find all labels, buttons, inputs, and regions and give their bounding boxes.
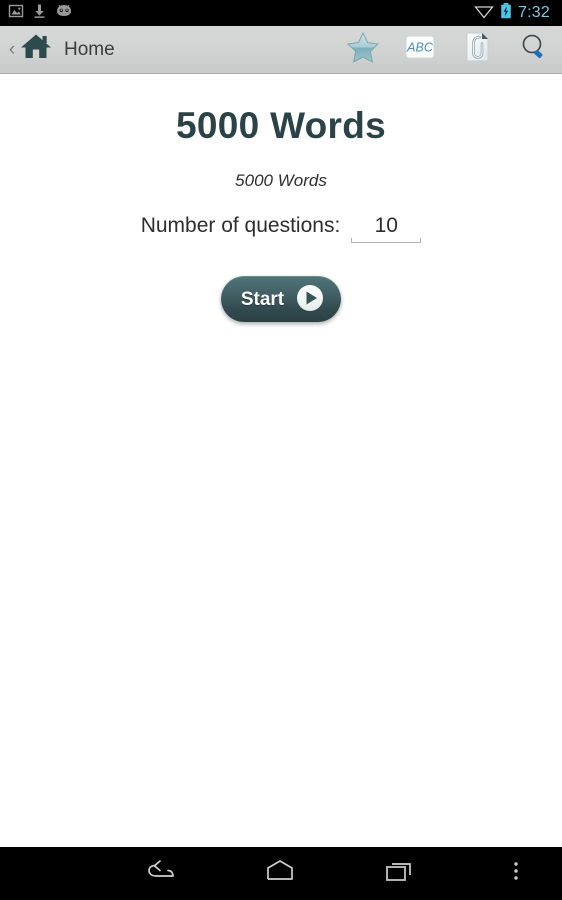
cyanogenmod-robot-icon xyxy=(55,4,73,23)
quiz-subtitle: 5000 Words xyxy=(235,171,327,190)
attachments-button[interactable] xyxy=(448,26,505,74)
question-count-row: Number of questions: xyxy=(0,191,562,243)
status-bar-system: 7:32 xyxy=(474,0,554,26)
gallery-image-icon xyxy=(8,3,24,24)
action-bar-up-affordance[interactable]: ‹ Home xyxy=(0,26,115,73)
battery-charging-icon xyxy=(500,2,512,25)
nav-recent-apps-button[interactable] xyxy=(340,847,460,900)
start-button-label: Start xyxy=(240,288,285,310)
download-icon xyxy=(33,3,46,24)
back-icon[interactable] xyxy=(143,858,177,889)
status-bar-notifications xyxy=(8,0,73,26)
favorites-star-icon[interactable] xyxy=(346,31,380,68)
back-chevron-icon[interactable]: ‹ xyxy=(5,40,19,59)
play-icon xyxy=(295,283,325,316)
overflow-menu-icon[interactable] xyxy=(512,858,520,889)
recent-apps-icon[interactable] xyxy=(383,858,417,889)
question-count-field[interactable] xyxy=(351,214,422,243)
abc-card-icon[interactable]: ABC xyxy=(404,33,436,66)
page-title: Home xyxy=(64,39,115,60)
navigation-bar xyxy=(0,847,562,900)
wifi-icon xyxy=(474,3,494,24)
search-icon[interactable] xyxy=(518,32,550,67)
status-bar-clock: 7:32 xyxy=(518,3,550,21)
abc-button[interactable]: ABC xyxy=(391,26,448,74)
favorites-button[interactable] xyxy=(334,26,391,74)
action-bar: ‹ Home ABC xyxy=(0,26,562,74)
nav-home-button[interactable] xyxy=(220,847,340,900)
status-bar: 7:32 xyxy=(0,0,562,26)
start-button[interactable]: Start xyxy=(221,276,341,322)
input-underline xyxy=(351,238,422,243)
main-content: 5000 Words 5000 Words Number of question… xyxy=(0,75,562,847)
home-icon[interactable] xyxy=(261,858,299,889)
svg-text:ABC: ABC xyxy=(406,41,434,55)
quiz-title: 5000 Words xyxy=(175,105,387,146)
start-button-container: Start xyxy=(0,243,562,322)
question-count-label: Number of questions: xyxy=(140,214,341,237)
nav-back-button[interactable] xyxy=(100,847,220,900)
search-button[interactable] xyxy=(505,26,562,74)
attachment-document-icon[interactable] xyxy=(462,31,492,68)
nav-overflow-menu-button[interactable] xyxy=(486,847,546,900)
home-icon[interactable] xyxy=(20,32,52,67)
action-bar-actions: ABC xyxy=(334,26,562,73)
